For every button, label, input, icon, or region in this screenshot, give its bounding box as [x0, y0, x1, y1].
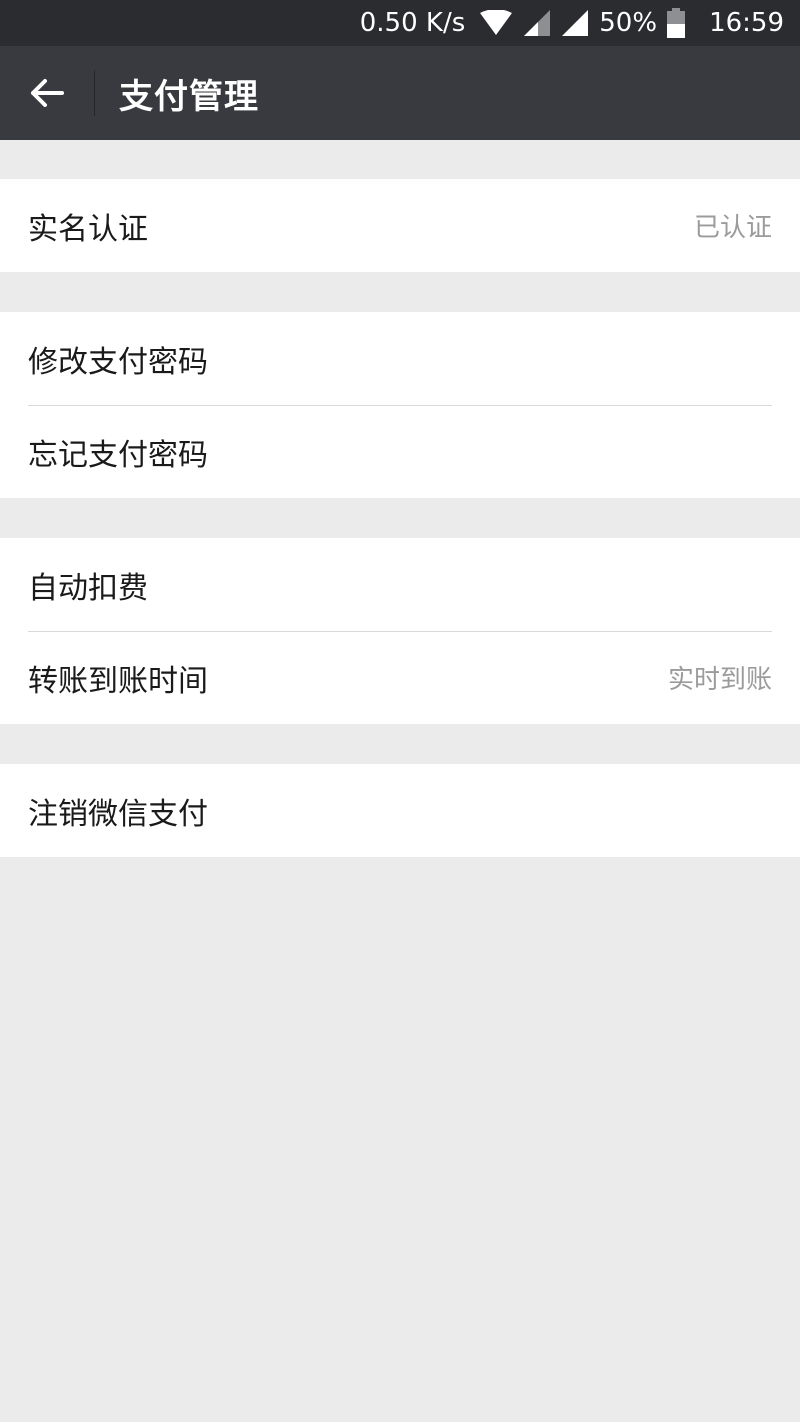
real-name-verification-label: 实名认证 [28, 211, 148, 247]
transfer-arrival-time-item[interactable]: 转账到账时间 实时到账 [0, 631, 800, 724]
signal-icon [561, 9, 589, 37]
transfer-arrival-time-label: 转账到账时间 [28, 663, 208, 699]
auto-deduct-label: 自动扣费 [28, 570, 148, 606]
back-button[interactable] [0, 46, 94, 140]
payments-group: 自动扣费 转账到账时间 实时到账 [0, 538, 800, 724]
transfer-arrival-time-value: 实时到账 [667, 665, 772, 695]
clock: 16:59 [709, 8, 784, 38]
battery-percent: 50% [599, 8, 658, 38]
wifi-icon [479, 10, 513, 36]
real-name-verification-status: 已认证 [693, 213, 772, 243]
close-wechat-pay-item[interactable]: 注销微信支付 [0, 764, 800, 857]
auto-deduct-item[interactable]: 自动扣费 [0, 538, 800, 631]
arrow-left-icon [31, 79, 64, 107]
forgot-payment-password-item[interactable]: 忘记支付密码 [0, 405, 800, 498]
change-payment-password-label: 修改支付密码 [28, 344, 208, 380]
network-speed: 0.50 K/s [359, 8, 466, 38]
change-payment-password-item[interactable]: 修改支付密码 [0, 312, 800, 405]
page-title: 支付管理 [119, 76, 259, 117]
identity-group: 实名认证 已认证 [0, 179, 800, 272]
forgot-payment-password-label: 忘记支付密码 [28, 437, 208, 473]
password-group: 修改支付密码 忘记支付密码 [0, 312, 800, 498]
account-group: 注销微信支付 [0, 764, 800, 857]
title-divider [94, 70, 95, 116]
title-bar: 支付管理 [0, 46, 800, 140]
close-wechat-pay-label: 注销微信支付 [28, 796, 208, 832]
real-name-verification-item[interactable]: 实名认证 已认证 [0, 179, 800, 272]
battery-icon [667, 8, 686, 38]
status-bar: 0.50 K/s 50% 16:59 [0, 0, 800, 46]
signal-icon [523, 9, 551, 37]
